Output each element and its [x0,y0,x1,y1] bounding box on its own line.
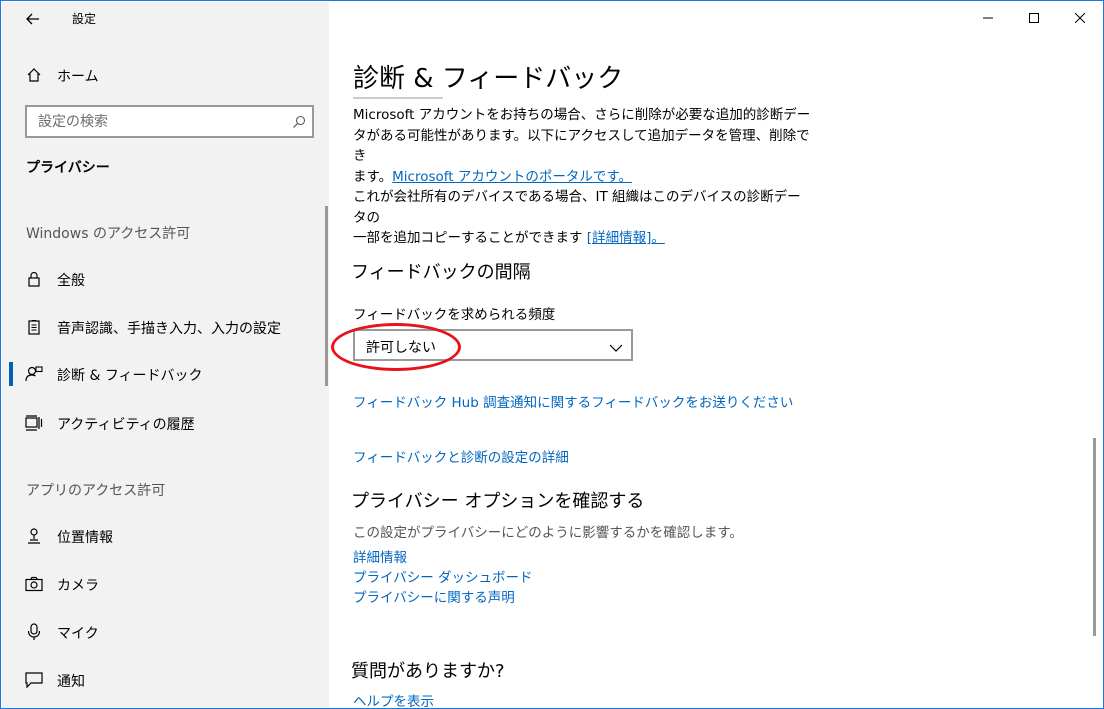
microphone-icon [24,622,44,642]
location-person-icon [24,526,44,546]
group-header-apps: アプリのアクセス許可 [26,483,166,499]
sidebar-item-activity-history[interactable]: アクティビティの履歴 [2,403,329,443]
sidebar-item-general[interactable]: 全般 [2,259,329,299]
feedback-hub-link[interactable]: フィードバック Hub 調査通知に関するフィードバックをお送りください [353,391,793,411]
sidebar-item-label: 位置情報 [57,530,113,546]
sidebar-scrollbar[interactable] [325,206,328,386]
sidebar-item-notifications[interactable]: 通知 [2,660,329,700]
sidebar-item-label: アクティビティの履歴 [57,417,195,433]
notification-icon [24,670,44,690]
feedback-frequency-heading: フィードバックの間隔 [351,262,531,283]
close-icon [1075,13,1085,23]
minimize-button[interactable] [965,2,1011,34]
privacy-statement-link[interactable]: プライバシーに関する声明 [353,586,515,606]
microsoft-account-portal-link[interactable]: Microsoft アカウントのポータルです。 [392,169,632,185]
description-text: ます。 [353,168,393,185]
sidebar-item-label: カメラ [57,578,99,594]
arrow-left-icon [26,13,39,25]
main-scrollbar[interactable] [1093,438,1096,636]
page-title: 診断 & フィードバック [353,64,624,94]
sidebar-item-home[interactable]: ホーム [2,58,329,92]
sidebar-titlebar: 設定 [2,2,329,34]
sidebar-item-label: 音声認識、手描き入力、入力の設定 [57,321,281,337]
description-line: タがある可能性があります。以下にアクセスして追加データを管理、削除でき [353,127,810,165]
learn-more-link[interactable]: [詳細情報]。 [587,230,665,246]
back-button[interactable] [16,6,50,32]
privacy-learn-more-link[interactable]: 詳細情報 [353,546,407,566]
sidebar-item-camera[interactable]: カメラ [2,564,329,604]
privacy-options-heading: プライバシー オプションを確認する [351,491,645,512]
sidebar-item-speech[interactable]: 音声認識、手描き入力、入力の設定 [2,307,329,347]
speech-clipboard-icon [24,317,44,337]
maximize-button[interactable] [1011,2,1057,34]
chevron-down-icon [609,339,623,352]
maximize-icon [1029,13,1039,23]
privacy-dashboard-link[interactable]: プライバシー ダッシュボード [353,566,533,586]
dropdown-selected-value: 許可しない [366,340,436,356]
caption-buttons [965,2,1103,34]
sidebar-item-label: 診断 & フィードバック [57,368,203,384]
settings-window: 設定 ホーム プライバシー Windows のアクセス許可 [0,0,1104,709]
search-input[interactable] [27,107,285,136]
feedback-person-icon [24,364,44,384]
description-line: 一部を追加コピーすることができます [詳細情報]。 [353,228,813,249]
search-icon[interactable] [292,114,306,128]
home-icon [24,65,44,85]
sidebar-item-microphone[interactable]: マイク [2,612,329,652]
section-title-privacy: プライバシー [26,160,110,176]
sidebar-item-diagnostics-feedback[interactable]: 診断 & フィードバック [2,354,329,394]
group-header-windows: Windows のアクセス許可 [26,226,191,242]
sidebar-item-location[interactable]: 位置情報 [2,516,329,556]
account-description: Microsoft アカウントをお持ちの場合、さらに削除が必要な追加的診断デー … [353,105,813,249]
question-heading: 質問がありますか? [351,661,505,682]
sidebar-item-label: ホーム [57,69,99,85]
main-content: 診断 & フィードバック Microsoft アカウントをお持ちの場合、さらに削… [329,2,1103,708]
feedback-diagnostics-details-link[interactable]: フィードバックと診断の設定の詳細 [353,446,569,466]
title-divider [353,97,443,99]
lock-icon [24,269,44,289]
app-title: 設定 [72,12,97,26]
search-box[interactable] [25,105,314,138]
sidebar-item-label: 通知 [57,674,85,690]
description-line: これが会社所有のデバイスである場合、IT 組織はこのデバイスの診断データの [353,189,801,226]
sidebar: 設定 ホーム プライバシー Windows のアクセス許可 [2,2,329,708]
description-line: ます。Microsoft アカウントのポータルです。 [353,167,813,188]
activity-history-icon [24,413,44,433]
get-help-link[interactable]: ヘルプを表示 [353,690,434,708]
minimize-icon [983,17,993,19]
privacy-options-text: この設定がプライバシーにどのように影響するかを確認します。 [353,525,743,541]
camera-icon [24,574,44,594]
close-button[interactable] [1057,2,1103,34]
frequency-label: フィードバックを求められる頻度 [353,307,556,323]
feedback-frequency-dropdown[interactable]: 許可しない [353,329,633,361]
sidebar-item-label: 全般 [57,273,85,289]
sidebar-item-label: マイク [57,626,99,642]
description-line: Microsoft アカウントをお持ちの場合、さらに削除が必要な追加的診断デー [353,107,811,123]
description-text: 一部を追加コピーすることができます [353,230,587,246]
